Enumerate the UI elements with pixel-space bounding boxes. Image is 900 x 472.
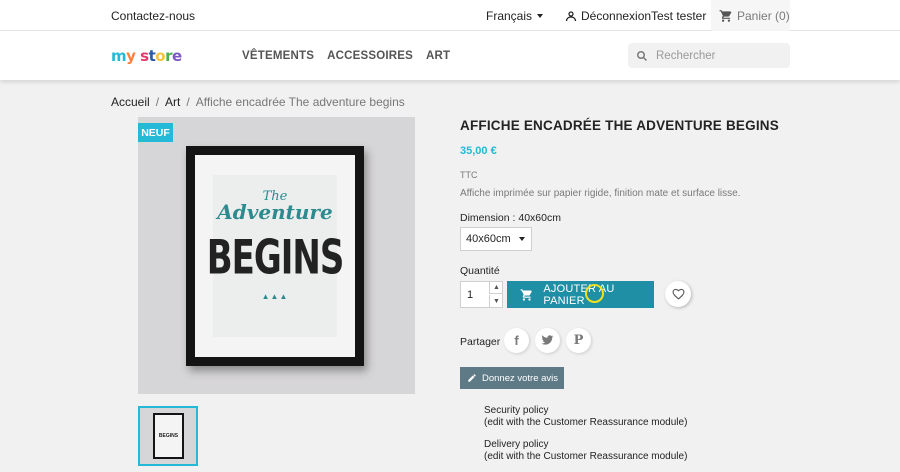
reassurance-title: Delivery policy (484, 439, 549, 450)
cursor-highlight (585, 284, 604, 303)
main-nav: VÊTEMENTS ACCESSOIRES ART (242, 50, 450, 62)
store-logo[interactable]: my store (111, 47, 182, 65)
tent-icon: ▲▲▲ (261, 292, 289, 301)
product-price: 35,00 € (460, 145, 497, 157)
reassurance-title: Security policy (484, 405, 549, 416)
twitter-icon (541, 335, 554, 345)
nav-item-vetements[interactable]: VÊTEMENTS (242, 50, 314, 62)
breadcrumb-separator: / (186, 95, 190, 109)
dimension-select[interactable]: 40x60cm (460, 227, 532, 251)
logout-link[interactable]: Déconnexion (565, 9, 651, 23)
poster-print: The Adventure BEGINS ▲▲▲ (207, 175, 344, 337)
wishlist-button[interactable] (665, 281, 691, 307)
account-link[interactable]: Test tester (651, 9, 706, 23)
breadcrumb-separator: / (155, 95, 160, 109)
pinterest-icon: P (573, 333, 584, 348)
user-icon (565, 11, 577, 22)
breadcrumb-home[interactable]: Accueil (111, 95, 150, 109)
poster-line-2: Adventure (217, 200, 333, 224)
poster-frame: The Adventure BEGINS ▲▲▲ (186, 146, 364, 366)
write-review-label: Donnez votre avis (482, 372, 559, 384)
pencil-icon (468, 374, 476, 382)
write-review-button[interactable]: Donnez votre avis (460, 367, 564, 389)
twitter-share-button[interactable] (535, 328, 560, 353)
caret-down-icon (518, 237, 525, 241)
logout-label: Déconnexion (581, 9, 652, 23)
language-label: Français (486, 9, 533, 23)
thumbnail-print: BEGINS (155, 415, 182, 457)
cart-label: Panier (0) (737, 8, 790, 23)
search-placeholder: Rechercher (656, 49, 716, 62)
poster-mat: The Adventure BEGINS ▲▲▲ (195, 155, 355, 357)
dimension-label: Dimension : 40x60cm (460, 212, 561, 224)
cart-button[interactable]: Panier (0) (711, 0, 790, 31)
reassurance-delivery: Delivery policy (edit with the Customer … (484, 439, 687, 463)
tax-label: TTC (460, 170, 478, 180)
thumbnail-text: BEGINS (158, 433, 179, 439)
facebook-share-button[interactable]: f (504, 328, 529, 353)
heart-icon (672, 288, 684, 300)
breadcrumb-current: Affiche encadrée The adventure begins (195, 95, 405, 109)
nav-item-accessoires[interactable]: ACCESSOIRES (327, 50, 413, 62)
search-icon (637, 50, 648, 61)
product-description: Affiche imprimée sur papier rigide, fini… (460, 188, 741, 199)
quantity-label: Quantité (460, 265, 500, 277)
poster-line-3: BEGINS (206, 230, 345, 286)
pinterest-share-button[interactable]: P (566, 328, 591, 353)
search-input[interactable]: Rechercher (628, 43, 790, 68)
quantity-down-icon[interactable]: ▼ (489, 295, 503, 307)
product-main-image[interactable]: The Adventure BEGINS ▲▲▲ (138, 117, 415, 394)
reassurance-security: Security policy (edit with the Customer … (484, 405, 687, 429)
reassurance-subtitle: (edit with the Customer Reassurance modu… (484, 451, 688, 462)
quantity-up-icon[interactable]: ▲ (489, 282, 503, 294)
quantity-value: 1 (467, 289, 474, 301)
add-to-cart-button[interactable]: AJOUTER AU PANIER (507, 281, 654, 308)
language-selector[interactable]: Français (486, 9, 544, 23)
cart-icon (719, 9, 732, 22)
facebook-icon: f (514, 333, 519, 348)
thumbnail-frame: BEGINS (153, 413, 184, 459)
cart-icon (520, 288, 532, 301)
product-title: AFFICHE ENCADRÉE THE ADVENTURE BEGINS (460, 118, 779, 133)
contact-link[interactable]: Contactez-nous (111, 9, 195, 23)
dimension-value: 40x60cm (466, 233, 511, 245)
reassurance-subtitle: (edit with the Customer Reassurance modu… (484, 417, 688, 428)
breadcrumb: Accueil / Art / Affiche encadrée The adv… (111, 95, 405, 109)
main-header: my store VÊTEMENTS ACCESSOIRES ART Reche… (0, 31, 900, 80)
product-thumbnail[interactable]: BEGINS (138, 406, 198, 466)
nav-item-art[interactable]: ART (426, 50, 450, 62)
quantity-stepper[interactable]: 1 ▲ ▼ (460, 281, 503, 308)
share-label: Partager (460, 336, 501, 348)
caret-down-icon (537, 14, 544, 18)
new-badge: NEUF (138, 123, 173, 142)
breadcrumb-art[interactable]: Art (165, 95, 180, 109)
top-bar: Contactez-nous Français Déconnexion Test… (0, 0, 900, 31)
